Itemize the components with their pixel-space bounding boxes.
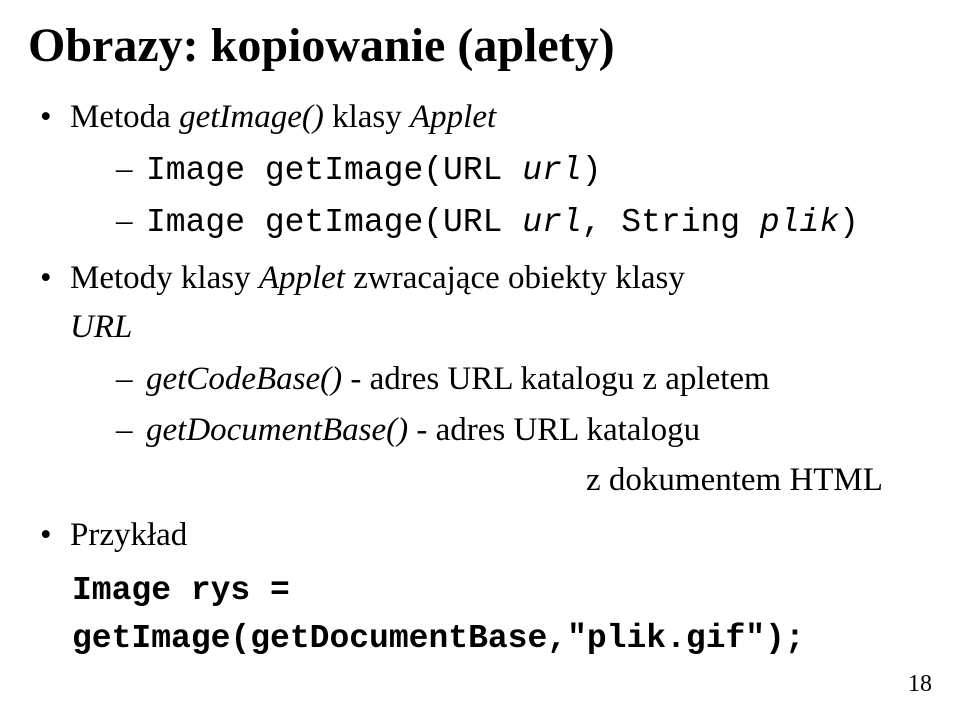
top-list: Metoda getImage() klasy Applet Image get… [36, 93, 932, 561]
class-name: Applet [259, 260, 345, 296]
text: klasy [324, 99, 410, 135]
sig-part: ) [839, 204, 859, 241]
method-name: getImage() [179, 99, 324, 135]
subitem-getcodebase: getCodeBase() - adres URL katalogu z apl… [116, 355, 932, 405]
example-code-block: Image rys = getImage(getDocumentBase,"pl… [72, 567, 932, 663]
text: Metody klasy [70, 260, 259, 296]
sig-part: ) [582, 152, 602, 189]
code-line-2: getImage(getDocumentBase,"plik.gif"); [72, 615, 932, 663]
method-name: getDocumentBase() [146, 412, 408, 448]
slide-page: Obrazy: kopiowanie (aplety) Metoda getIm… [0, 0, 960, 716]
sig-part: , String [582, 204, 760, 241]
page-title: Obrazy: kopiowanie (aplety) [28, 18, 932, 73]
class-name: URL [70, 309, 132, 345]
text: - adres URL katalogu [408, 412, 700, 448]
class-name: Applet [410, 99, 496, 135]
example-label: Przykład [70, 517, 187, 553]
sig-part: Image getImage(URL [146, 204, 522, 241]
signature-1: Image getImage(URL url) [116, 145, 932, 196]
sig-part: Image getImage(URL [146, 152, 522, 189]
signatures-list: Image getImage(URL url) Image getImage(U… [116, 145, 932, 248]
continuation-line: z dokumentem HTML [586, 456, 932, 506]
sig-param: url [522, 204, 581, 241]
sig-param: plik [760, 204, 839, 241]
page-number: 18 [908, 671, 932, 698]
bullet-url-methods: Metody klasy Applet zwracające obiekty k… [36, 254, 932, 506]
method-name: getCodeBase() [146, 361, 342, 397]
text: Metoda [70, 99, 179, 135]
code-line-1: Image rys = [72, 567, 932, 615]
signature-2: Image getImage(URL url, String plik) [116, 197, 932, 248]
subitem-getdocumentbase: getDocumentBase() - adres URL katalogu z… [116, 406, 932, 505]
sig-param: url [522, 152, 581, 189]
url-methods-list: getCodeBase() - adres URL katalogu z apl… [116, 355, 932, 506]
bullet-getimage: Metoda getImage() klasy Applet Image get… [36, 93, 932, 248]
text: - adres URL katalogu z apletem [342, 361, 770, 397]
bullet-example: Przykład [36, 511, 932, 561]
text: zwracające obiekty klasy [345, 260, 685, 296]
